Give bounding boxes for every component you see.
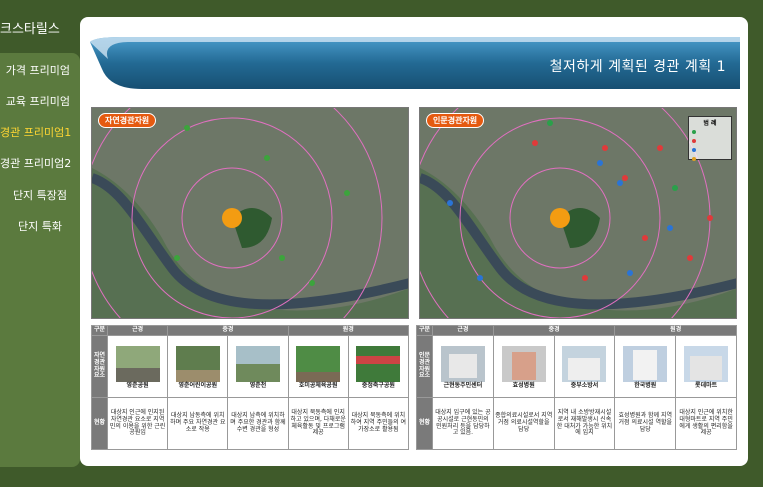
table-cell: 중정축구공원 — [347, 335, 410, 398]
sidebar-title: 크스타릴스 — [0, 22, 60, 37]
row-label: 자연 경관 자원 요소 — [91, 335, 108, 398]
map-legend: 범 례 — [688, 116, 732, 161]
row-label: 인문 경관 자원 요소 — [416, 335, 433, 398]
table-cell: 영춘공원 — [106, 335, 169, 398]
table-cell: 영춘천 — [227, 335, 289, 398]
table-cell: 효성병원과 함께 지역거점 의료시설 역할을 담당 — [614, 397, 677, 450]
hospital-photo — [623, 345, 668, 382]
table-cell: 대상지 인근에 위치한 대형마트로 지역 주민에게 생활의 편리함을 제공 — [675, 397, 737, 450]
table-header: 중경 — [492, 325, 616, 336]
cultural-landscape-map: 인문경관자원 범 례 — [419, 107, 737, 319]
map-label-natural: 자연경관자원 — [98, 113, 157, 128]
sidebar-item-price[interactable]: 가격 프리미엄 — [0, 62, 80, 78]
table-cell: 대상지 북동측에 위치하여 지역 주민들의 여가장소로 활용됨 — [347, 397, 410, 450]
table-cell: 종합의료시설로서 지역거점 의료시설역할을 담당 — [492, 397, 555, 450]
sidebar-item-features[interactable]: 단지 특장점 — [0, 187, 80, 203]
table-cell: 호미공체육공원 — [287, 335, 349, 398]
table-cell: 대상지 북동측에 인지하고 있으며, 다채로운 체육활동 및 프로그램 제공 — [287, 397, 349, 450]
sidebar-item-specialization[interactable]: 단지 특화 — [0, 218, 80, 234]
table-cell: 근현동주민센터 — [432, 335, 494, 398]
table-cell: 대상지 인근에 인지된 자연경관 요소로 지역민의 이용을 위한 근린 공원임 — [106, 397, 169, 450]
table-header: 근경 — [106, 325, 169, 336]
sports-park-photo — [296, 345, 341, 382]
table-cell: 지역 내 소방방재시설로서 재해발생시 신속한 대처가 가능한 위치에 입지 — [553, 397, 616, 450]
sidebar-item-landscape2[interactable]: 경관 프리미엄2 — [0, 155, 80, 171]
mart-photo — [684, 345, 729, 382]
table-header: 구분 — [416, 325, 433, 336]
table-header: 원경 — [614, 325, 737, 336]
table-cell: 대상지 입구에 있는 공공시설로 근현동민의 민원처리 등을 담당하고 있음. — [432, 397, 494, 450]
fire-station-photo — [562, 345, 607, 382]
table-header: 원경 — [287, 325, 410, 336]
main-panel: 철저하게 계획된 경관 계획 1 자연경관자원 인문경관자원 범 례 구분 근경… — [80, 17, 748, 466]
page-title: 철저하게 계획된 경관 계획 1 — [549, 59, 726, 75]
park-photo — [115, 345, 160, 382]
table-cell: 롯데마트 — [675, 335, 737, 398]
table-cell: 대상지 남측에 위치하며 주요한 경관과 함께 수변 경관을 형성 — [227, 397, 289, 450]
hospital-photo — [501, 345, 546, 382]
natural-landscape-map: 자연경관자원 — [91, 107, 409, 319]
row-label: 현황 — [91, 397, 108, 450]
sidebar-menu — [0, 53, 80, 467]
table-cell: 영춘어린이공원 — [167, 335, 229, 398]
table-cell: 효성병원 — [492, 335, 555, 398]
sidebar-item-education[interactable]: 교육 프리미엄 — [0, 93, 80, 109]
table-header: 근경 — [432, 325, 494, 336]
community-center-photo — [440, 345, 485, 382]
map-label-cultural: 인문경관자원 — [426, 113, 485, 128]
cultural-landscape-table: 구분 근경 중경 원경 인문 경관 자원 요소 근현동주민센터 효성병원 중부소… — [416, 325, 737, 450]
table-header: 중경 — [167, 325, 289, 336]
table-header: 구분 — [91, 325, 108, 336]
table-cell: 대상지 남동측에 위치하며 주요 자연경관 요소로 작용 — [167, 397, 229, 450]
stream-photo — [235, 345, 280, 382]
row-label: 현황 — [416, 397, 433, 450]
table-cell: 한국병원 — [614, 335, 677, 398]
park-photo — [175, 345, 220, 382]
natural-landscape-table: 구분 근경 중경 원경 자연 경관 자원 요소 영춘공원 영춘어린이공원 영춘천… — [91, 325, 410, 450]
sidebar-item-landscape1[interactable]: 경관 프리미엄1 — [0, 124, 80, 140]
soccer-park-photo — [356, 345, 401, 382]
table-cell: 중부소방서 — [553, 335, 616, 398]
